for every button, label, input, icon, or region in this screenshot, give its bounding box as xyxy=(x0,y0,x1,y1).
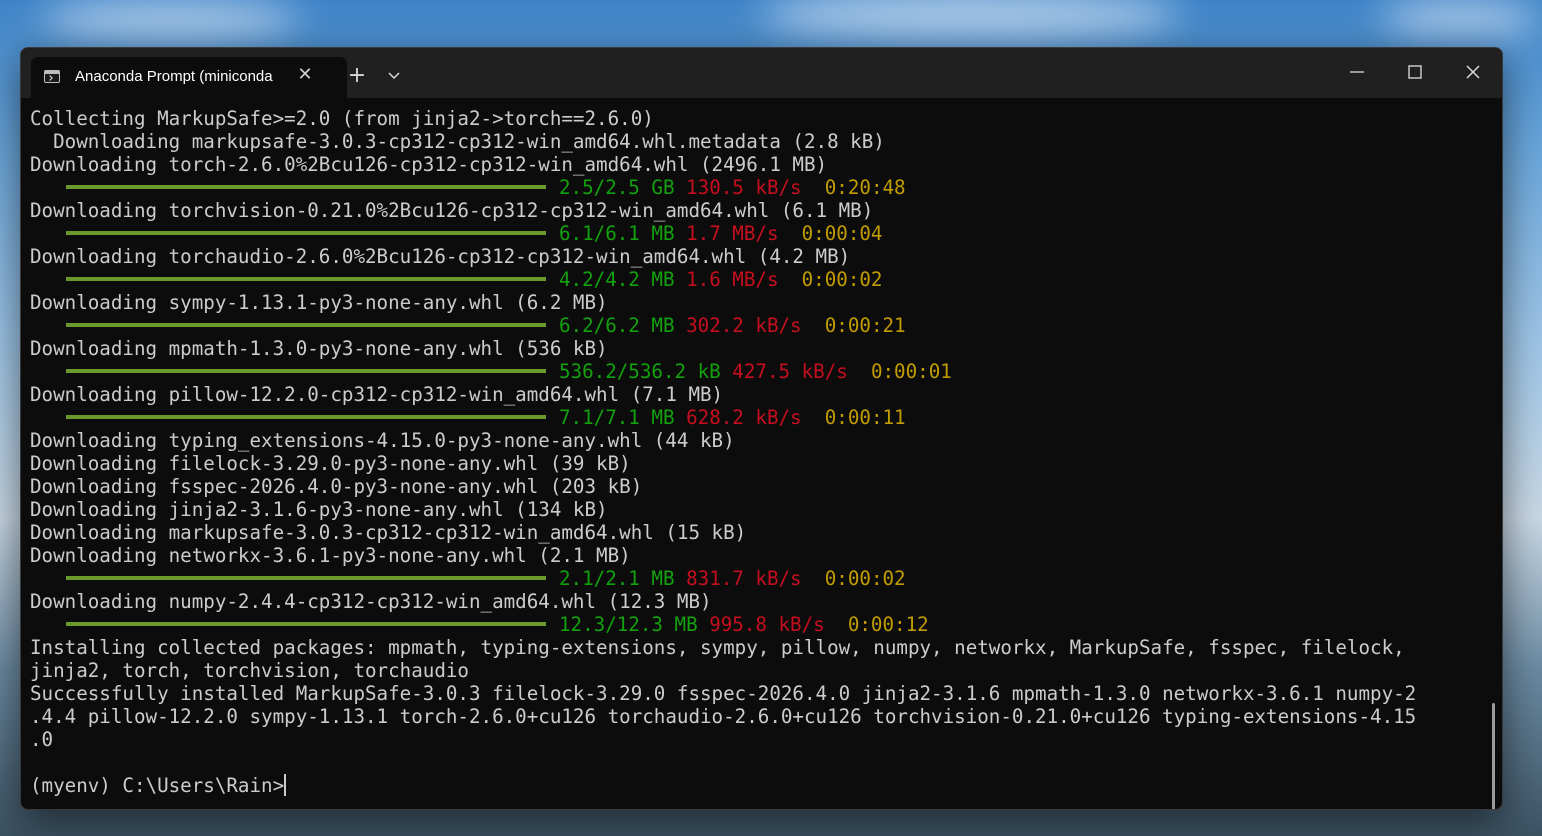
output-line: Downloading sympy-1.13.1-py3-none-any.wh… xyxy=(30,291,608,314)
output-line: Downloading markupsafe-3.0.3-cp312-cp312… xyxy=(30,130,885,153)
output-line: Downloading filelock-3.29.0-py3-none-any… xyxy=(30,452,631,475)
text-cursor xyxy=(284,773,287,796)
download-time: 0:00:02 xyxy=(801,268,883,291)
output-line: Downloading numpy-2.4.4-cp312-cp312-win_… xyxy=(30,590,712,613)
title-bar[interactable]: Anaconda Prompt (miniconda ✕ + xyxy=(21,48,1502,98)
minimize-icon xyxy=(1350,71,1364,73)
progress-bar xyxy=(66,414,546,419)
background-cloud xyxy=(760,0,1180,40)
download-speed: 1.7 MB/s xyxy=(686,222,779,245)
download-speed: 427.5 kB/s xyxy=(732,360,848,383)
scrollbar-thumb[interactable] xyxy=(1492,703,1495,809)
download-time: 0:00:01 xyxy=(870,360,952,383)
progress-line: 2.1/2.1 MB 831.7 kB/s 0:00:02 xyxy=(30,567,1480,590)
close-window-button[interactable] xyxy=(1444,48,1502,96)
output-line: Downloading mpmath-1.3.0-py3-none-any.wh… xyxy=(30,337,608,360)
output-line: Downloading jinja2-3.1.6-py3-none-any.wh… xyxy=(30,498,608,521)
tab-anaconda-prompt[interactable]: Anaconda Prompt (miniconda ✕ xyxy=(31,57,347,98)
output-line: Successfully installed MarkupSafe-3.0.3 … xyxy=(30,682,1417,705)
terminal-icon xyxy=(44,70,60,83)
minimize-button[interactable] xyxy=(1328,48,1386,96)
output-line: Downloading torch-2.6.0%2Bcu126-cp312-cp… xyxy=(30,153,828,176)
download-speed: 1.6 MB/s xyxy=(686,268,779,291)
progress-bar xyxy=(66,276,546,281)
download-size: 536.2/536.2 kB xyxy=(559,360,721,383)
download-size: 6.1/6.1 MB xyxy=(559,222,675,245)
progress-line: 6.1/6.1 MB 1.7 MB/s 0:00:04 xyxy=(30,222,1480,245)
background-cloud xyxy=(40,0,300,40)
output-line: Downloading fsspec-2026.4.0-py3-none-any… xyxy=(30,475,643,498)
download-speed: 302.2 kB/s xyxy=(686,314,802,337)
download-size: 4.2/4.2 MB xyxy=(559,268,675,291)
progress-line: 2.5/2.5 GB 130.5 kB/s 0:20:48 xyxy=(30,176,1480,199)
output-line: Downloading torchvision-0.21.0%2Bcu126-c… xyxy=(30,199,874,222)
download-time: 0:00:21 xyxy=(824,314,906,337)
progress-bar xyxy=(66,322,546,327)
output-line: Installing collected packages: mpmath, t… xyxy=(30,636,1405,659)
download-time: 0:00:02 xyxy=(824,567,906,590)
download-time: 0:20:48 xyxy=(824,176,906,199)
tab-title: Anaconda Prompt (miniconda xyxy=(75,68,273,85)
download-size: 2.5/2.5 GB xyxy=(559,176,675,199)
command-prompt: (myenv) C:\Users\Rain> xyxy=(30,774,285,797)
download-size: 2.1/2.1 MB xyxy=(559,567,675,590)
output-line: Downloading torchaudio-2.6.0%2Bcu126-cp3… xyxy=(30,245,851,268)
progress-line: 12.3/12.3 MB 995.8 kB/s 0:00:12 xyxy=(30,613,1480,636)
terminal-output[interactable]: Collecting MarkupSafe>=2.0 (from jinja2-… xyxy=(30,107,1480,807)
output-line: jinja2, torch, torchvision, torchaudio xyxy=(30,659,469,682)
background-cloud xyxy=(1380,0,1540,36)
progress-bar xyxy=(66,230,546,235)
download-size: 6.2/6.2 MB xyxy=(559,314,675,337)
progress-bar xyxy=(66,575,546,580)
download-time: 0:00:11 xyxy=(824,406,906,429)
download-time: 0:00:04 xyxy=(801,222,883,245)
close-tab-icon[interactable]: ✕ xyxy=(295,65,315,85)
close-icon xyxy=(1466,65,1480,79)
command-prompt-line[interactable]: (myenv) C:\Users\Rain> xyxy=(30,773,1480,797)
maximize-icon xyxy=(1408,65,1422,79)
progress-line: 7.1/7.1 MB 628.2 kB/s 0:00:11 xyxy=(30,406,1480,429)
tab-dropdown-button[interactable] xyxy=(383,62,407,90)
progress-bar xyxy=(66,621,546,626)
output-line: Collecting MarkupSafe>=2.0 (from jinja2-… xyxy=(30,107,654,130)
progress-line: 4.2/4.2 MB 1.6 MB/s 0:00:02 xyxy=(30,268,1480,291)
download-speed: 130.5 kB/s xyxy=(686,176,802,199)
output-line: Downloading pillow-12.2.0-cp312-cp312-wi… xyxy=(30,383,724,406)
progress-bar xyxy=(66,368,546,373)
download-speed: 995.8 kB/s xyxy=(709,613,825,636)
output-line: Downloading networkx-3.6.1-py3-none-any.… xyxy=(30,544,631,567)
chevron-down-icon xyxy=(388,72,400,80)
new-tab-button[interactable]: + xyxy=(343,62,371,90)
progress-bar xyxy=(66,184,546,189)
output-line: .0 xyxy=(30,728,54,751)
download-size: 12.3/12.3 MB xyxy=(559,613,698,636)
download-speed: 831.7 kB/s xyxy=(686,567,802,590)
output-line: Downloading typing_extensions-4.15.0-py3… xyxy=(30,429,735,452)
maximize-button[interactable] xyxy=(1386,48,1444,96)
terminal-window: Anaconda Prompt (miniconda ✕ + Collectin… xyxy=(20,47,1503,810)
output-line: .4.4 pillow-12.2.0 sympy-1.13.1 torch-2.… xyxy=(30,705,1417,728)
download-size: 7.1/7.1 MB xyxy=(559,406,675,429)
download-time: 0:00:12 xyxy=(847,613,929,636)
download-speed: 628.2 kB/s xyxy=(686,406,802,429)
progress-line: 536.2/536.2 kB 427.5 kB/s 0:00:01 xyxy=(30,360,1480,383)
progress-line: 6.2/6.2 MB 302.2 kB/s 0:00:21 xyxy=(30,314,1480,337)
output-line: Downloading markupsafe-3.0.3-cp312-cp312… xyxy=(30,521,747,544)
